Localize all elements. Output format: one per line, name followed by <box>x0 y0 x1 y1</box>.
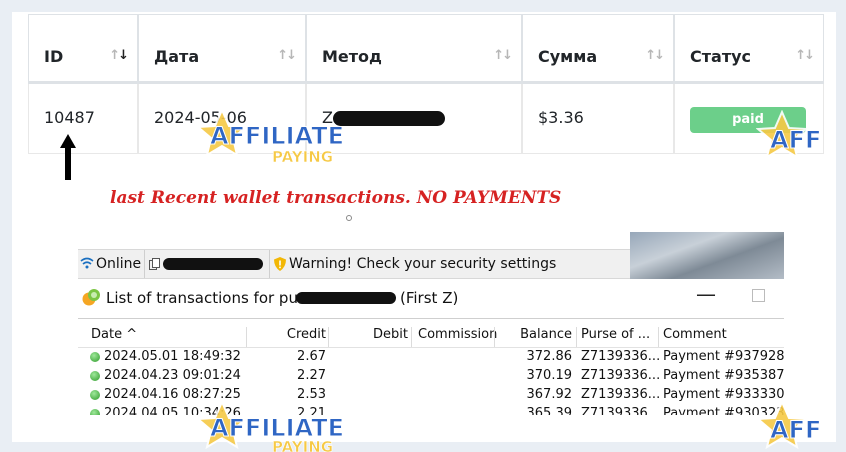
column-balance[interactable]: Balance <box>498 327 572 342</box>
column-header-method[interactable]: Метод ↑↓ <box>306 14 522 84</box>
resize-dot <box>346 215 352 221</box>
column-credit[interactable]: Credit <box>248 327 326 342</box>
redaction-mark <box>163 258 263 270</box>
column-header-label: Дата <box>154 47 200 66</box>
affiliate-paying-watermark: AFF <box>756 110 822 160</box>
column-label: Date <box>91 327 123 342</box>
online-label: Online <box>96 256 142 272</box>
affiliate-paying-watermark: AFFILIATE PAYING <box>196 108 345 166</box>
row-purse: Z7139336... <box>581 368 661 383</box>
column-comment[interactable]: Comment <box>663 327 727 342</box>
cell-id: 10487 <box>28 84 138 154</box>
svg-text:PAYING: PAYING <box>272 438 333 452</box>
purse-title: List of transactions for purse <box>106 289 322 307</box>
svg-text:PAYING: PAYING <box>272 148 333 166</box>
transaction-row[interactable]: 2024.04.23 09:01:24 2.27 370.19 Z7139336… <box>78 368 784 387</box>
minimize-button[interactable]: — <box>696 282 716 306</box>
transaction-row[interactable]: 2024.05.01 18:49:32 2.67 372.86 Z7139336… <box>78 349 784 368</box>
maximize-button[interactable] <box>752 289 765 302</box>
wallet-id-segment <box>145 250 270 278</box>
annotation-text: last Recent wallet transactions. NO PAYM… <box>110 188 562 208</box>
column-date[interactable]: Date ^ <box>91 327 137 342</box>
row-comment: Payment #937928 <box>663 349 784 364</box>
column-header-label: Статус <box>690 47 751 66</box>
column-header-label: ID <box>44 47 64 66</box>
column-header-id[interactable]: ID ↑↓ <box>28 14 138 84</box>
sort-asc-icon: ^ <box>126 327 138 342</box>
cell-amount: $3.36 <box>522 84 674 154</box>
transactions-list: Date ^ Credit Debit Commission Balance P… <box>78 318 784 415</box>
row-purse: Z7139336... <box>581 387 661 402</box>
purse-icon <box>82 289 100 306</box>
row-balance: 372.86 <box>526 349 573 364</box>
credit-icon <box>90 409 100 415</box>
sort-icon[interactable]: ↑↓ <box>493 48 513 63</box>
column-header-amount[interactable]: Сумма ↑↓ <box>522 14 674 84</box>
row-balance: 370.19 <box>526 368 573 383</box>
column-header-label: Метод <box>322 47 382 66</box>
row-credit: 2.67 <box>297 349 326 364</box>
transaction-row[interactable]: 2024.04.05 10:34:26 2.21 365.39 Z7139336… <box>78 406 784 415</box>
purse-window-titlebar: List of transactions for purse (First Z)… <box>78 280 784 316</box>
online-indicator: Online <box>78 250 145 278</box>
sort-icon[interactable]: ↑↓ <box>109 48 129 63</box>
row-purse: Z7139336... <box>581 406 661 415</box>
credit-icon <box>90 352 100 362</box>
background-photo <box>630 232 784 279</box>
wifi-icon <box>80 257 94 269</box>
purse-name: (First Z) <box>400 289 459 307</box>
list-header: Date ^ Credit Debit Commission Balance P… <box>78 327 784 348</box>
shield-warning-icon <box>274 257 286 271</box>
row-date: 2024.04.23 09:01:24 <box>104 368 241 383</box>
row-balance: 367.92 <box>526 387 573 402</box>
row-credit: 2.27 <box>297 368 326 383</box>
column-header-date[interactable]: Дата ↑↓ <box>138 14 306 84</box>
column-purse[interactable]: Purse of ... <box>581 327 650 342</box>
credit-icon <box>90 371 100 381</box>
transaction-row[interactable]: 2024.04.16 08:27:25 2.53 367.92 Z7139336… <box>78 387 784 406</box>
sort-icon[interactable]: ↑↓ <box>277 48 297 63</box>
column-header-status[interactable]: Статус ↑↓ <box>674 14 824 84</box>
svg-text:AFF: AFF <box>770 126 821 154</box>
column-header-label: Сумма <box>538 47 598 66</box>
warning-label: Warning! Check your security settings <box>289 256 557 272</box>
column-debit[interactable]: Debit <box>330 327 408 342</box>
security-warning[interactable]: Warning! Check your security settings <box>270 250 630 278</box>
sort-icon[interactable]: ↑↓ <box>795 48 815 63</box>
credit-icon <box>90 390 100 400</box>
sort-icon[interactable]: ↑↓ <box>645 48 665 63</box>
copy-icon[interactable] <box>149 258 160 270</box>
status-bar: Online Warning! Check your security sett… <box>78 249 630 279</box>
column-commission[interactable]: Commission <box>418 327 497 342</box>
redaction-mark <box>296 292 396 304</box>
svg-text:AFF: AFF <box>770 416 821 444</box>
svg-text:AFFILIATE: AFFILIATE <box>210 122 344 150</box>
affiliate-paying-watermark: AFFILIATE PAYING <box>196 400 345 452</box>
row-purse: Z7139336... <box>581 349 661 364</box>
row-comment: Payment #935387 <box>663 368 784 383</box>
row-date: 2024.05.01 18:49:32 <box>104 349 241 364</box>
affiliate-paying-watermark: AFF <box>756 400 822 450</box>
arrow-up-icon <box>60 134 76 180</box>
row-balance: 365.39 <box>526 406 573 415</box>
